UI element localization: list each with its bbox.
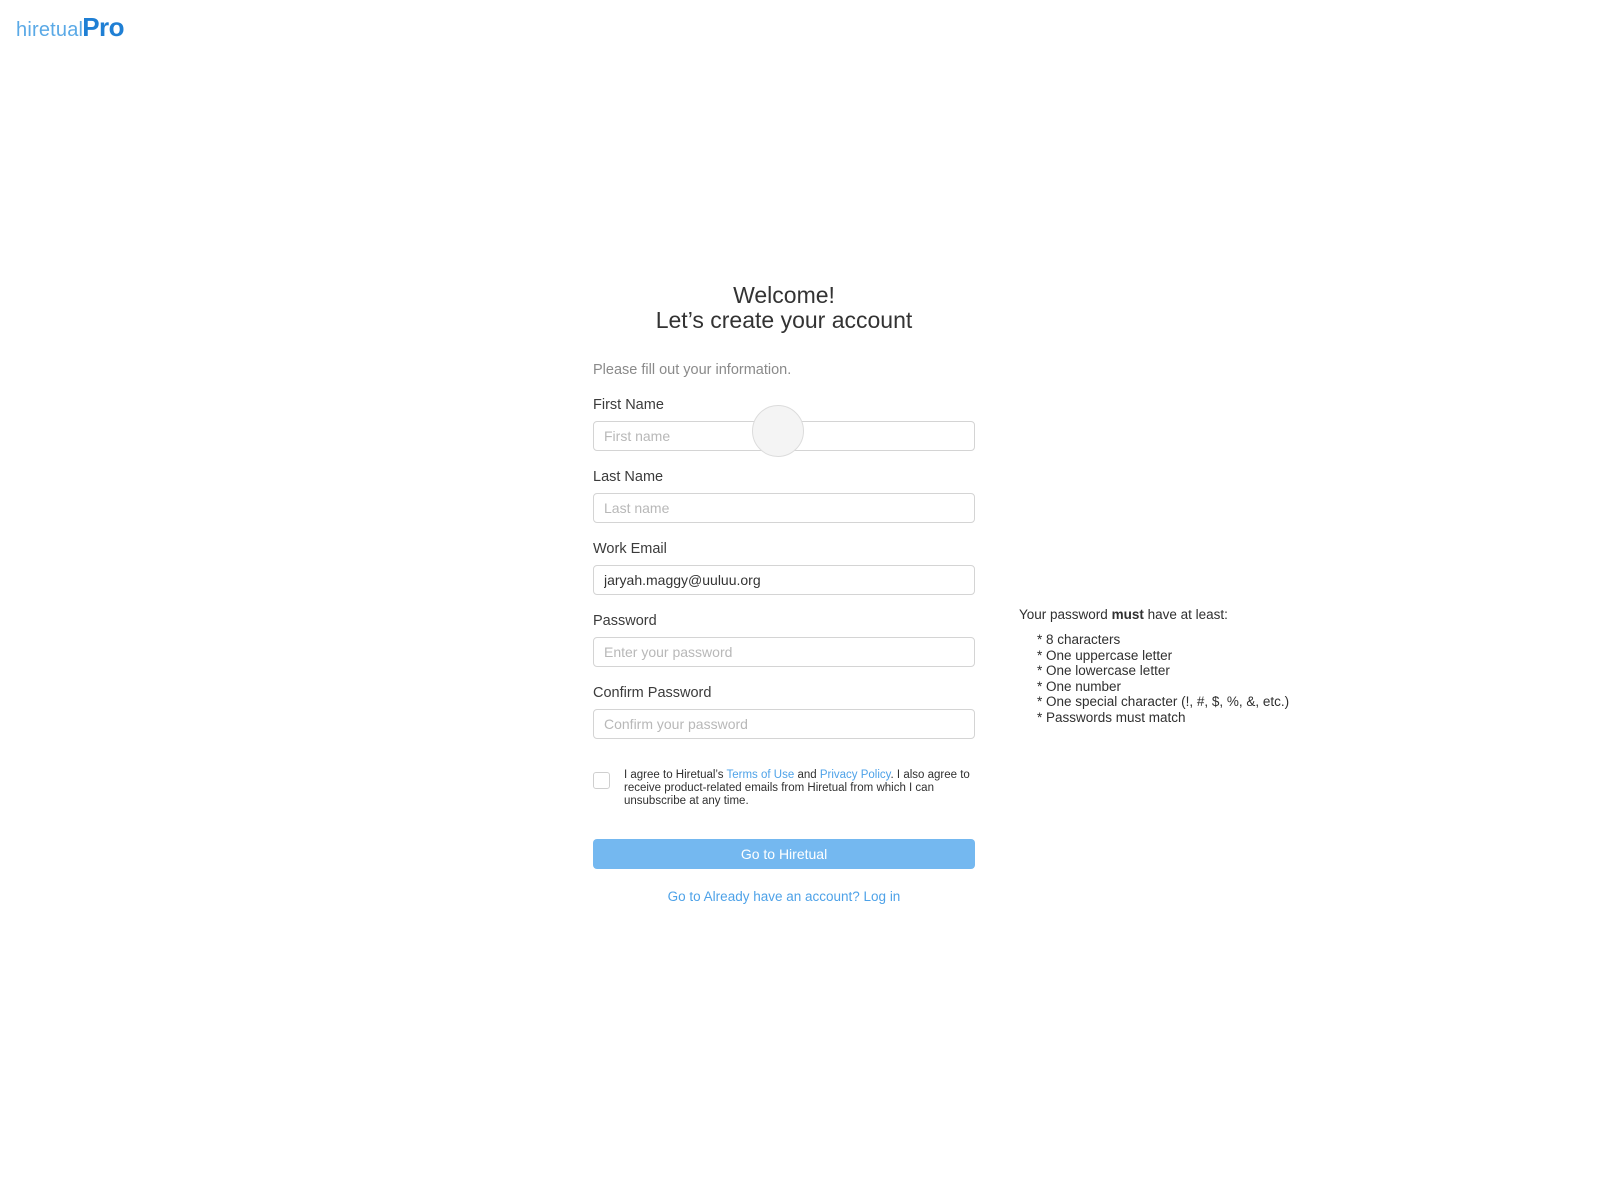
consent-text-part-1: I agree to Hiretual’s (624, 769, 727, 781)
consent-text: I agree to Hiretual’s Terms of Use and P… (624, 769, 975, 809)
field-last-name: Last Name (593, 468, 975, 523)
form-subtitle: Please fill out your information. (593, 362, 792, 378)
first-name-label: First Name (593, 397, 664, 413)
field-password: Password (593, 612, 975, 667)
page-title-line-1: Welcome! (733, 282, 835, 308)
signup-page: hiretual Pro Welcome! Let’s create your … (0, 0, 1600, 1200)
login-link[interactable]: Go to Already have an account? Log in (593, 889, 975, 904)
confirm-password-input[interactable] (593, 709, 975, 739)
password-requirements: Your password must have at least: 8 char… (1019, 606, 1349, 726)
password-input[interactable] (593, 637, 975, 667)
list-item: One lowercase letter (1037, 663, 1349, 679)
page-title: Welcome! Let’s create your account (593, 283, 975, 333)
brand-logo-name: hiretual (16, 19, 84, 41)
terms-of-use-link[interactable]: Terms of Use (727, 769, 795, 781)
consent-row: I agree to Hiretual’s Terms of Use and P… (593, 769, 975, 809)
privacy-policy-link[interactable]: Privacy Policy (820, 769, 891, 781)
last-name-label: Last Name (593, 469, 664, 485)
password-requirements-title: Your password must have at least: (1019, 606, 1349, 623)
signup-form: Welcome! Let’s create your account Pleas… (593, 283, 975, 904)
password-label: Password (593, 613, 657, 629)
last-name-input[interactable] (593, 493, 975, 523)
consent-text-part-2: and (794, 769, 820, 781)
list-item: Passwords must match (1037, 710, 1349, 726)
brand-logo[interactable]: hiretual Pro (16, 12, 125, 43)
list-item: One special character (!, #, $, %, &, et… (1037, 694, 1349, 710)
password-requirements-list: 8 characters One uppercase letter One lo… (1019, 632, 1349, 726)
terms-checkbox[interactable] (593, 772, 610, 789)
list-item: 8 characters (1037, 632, 1349, 648)
hints-title-strong: must (1111, 607, 1144, 622)
work-email-label: Work Email (593, 541, 667, 557)
list-item: One uppercase letter (1037, 648, 1349, 664)
first-name-input[interactable] (593, 421, 975, 451)
field-confirm-password: Confirm Password (593, 684, 975, 739)
hints-title-before: Your password (1019, 607, 1112, 622)
list-item: One number (1037, 679, 1349, 695)
hints-title-after: have at least: (1143, 607, 1228, 622)
page-title-line-2: Let’s create your account (655, 307, 913, 333)
confirm-password-label: Confirm Password (593, 685, 712, 701)
work-email-input[interactable] (593, 565, 975, 595)
go-to-hiretual-button[interactable]: Go to Hiretual (593, 838, 975, 869)
field-work-email: Work Email (593, 540, 975, 595)
brand-logo-suffix: Pro (82, 12, 125, 42)
field-first-name: First Name (593, 396, 975, 451)
